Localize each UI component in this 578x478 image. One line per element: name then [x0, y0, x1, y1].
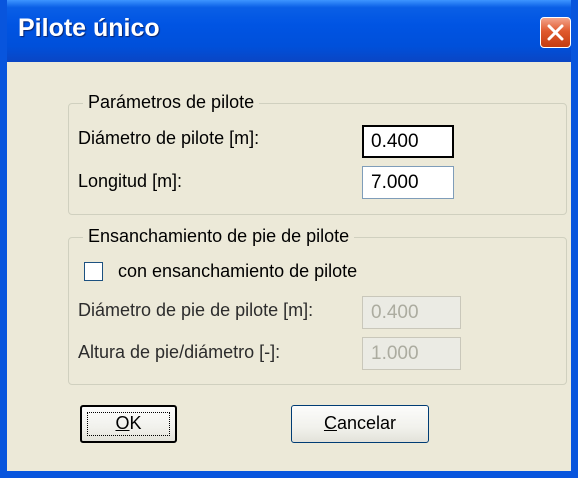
pile-length-label: Longitud [m]: [78, 171, 183, 191]
close-icon [547, 24, 564, 41]
title-bar[interactable]: Pilote único [7, 0, 571, 62]
pile-parameters-group: Parámetros de pilote [68, 92, 567, 215]
widening-checkbox[interactable] [84, 262, 103, 281]
pile-diameter-field[interactable]: 0.400 [362, 125, 454, 158]
dialog-window: Pilote único Parámetros de pilote Diámet… [0, 0, 578, 478]
cancel-button-label: Cancelar [323, 413, 397, 433]
ok-button-label: OK [115, 413, 142, 433]
widening-checkbox-label[interactable]: con ensanchamiento de pilote [118, 261, 357, 282]
foot-height-field[interactable]: 1.000 [362, 337, 461, 370]
pile-parameters-legend: Parámetros de pilote [83, 92, 260, 113]
close-button[interactable] [540, 17, 571, 48]
cancel-button[interactable]: Cancelar [291, 405, 429, 443]
window-title: Pilote único [18, 14, 160, 42]
pile-diameter-label: Diámetro de pilote [m]: [78, 128, 260, 148]
pile-length-field[interactable]: 7.000 [362, 166, 454, 199]
foot-height-label: Altura de pie/diámetro [-]: [78, 342, 281, 362]
foot-widening-legend: Ensanchamiento de pie de pilote [83, 226, 355, 247]
foot-diameter-field[interactable]: 0.400 [362, 296, 461, 329]
foot-diameter-label: Diámetro de pie de pilote [m]: [78, 300, 314, 320]
ok-button[interactable]: OK [80, 405, 177, 443]
